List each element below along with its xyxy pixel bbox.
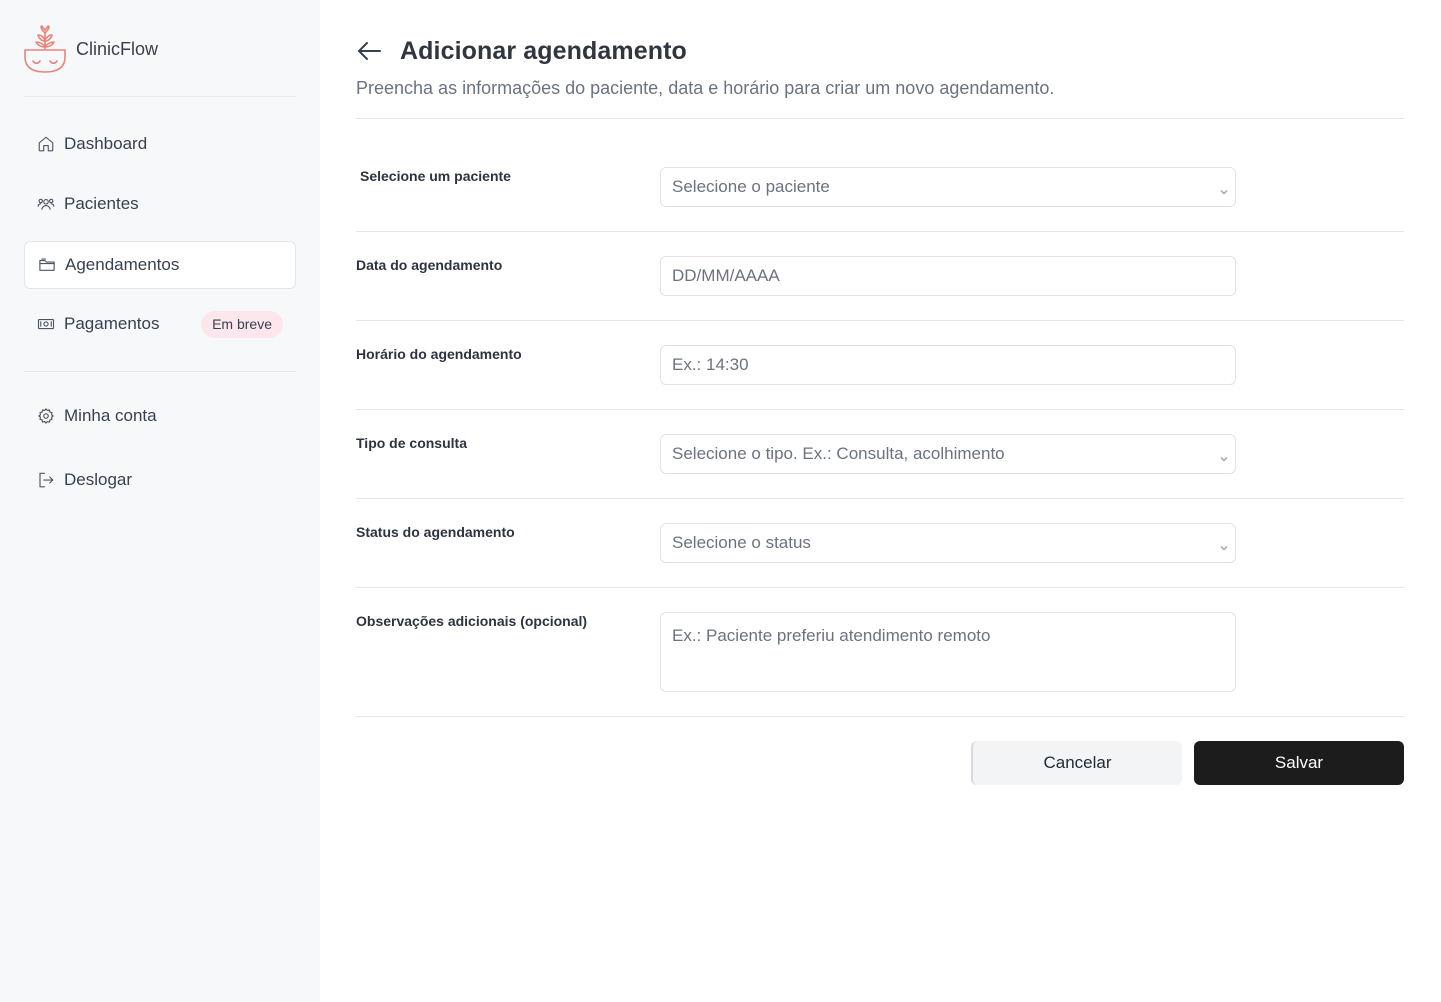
chevron-down-icon bbox=[1219, 538, 1229, 551]
sidebar-item-agendamentos[interactable]: Agendamentos bbox=[24, 241, 296, 289]
date-label: Data do agendamento bbox=[356, 257, 503, 273]
sidebar-divider bbox=[24, 371, 296, 372]
brand[interactable]: ClinicFlow bbox=[24, 24, 158, 74]
sidebar-item-minha-conta[interactable]: Minha conta bbox=[24, 392, 296, 440]
sidebar-item-pagamentos[interactable]: Pagamentos Em breve bbox=[24, 300, 296, 348]
page-subtitle: Preencha as informações do paciente, dat… bbox=[356, 78, 1055, 98]
time-input[interactable]: Ex.: 14:30 bbox=[660, 345, 1236, 385]
cancel-button[interactable]: Cancelar bbox=[971, 741, 1182, 785]
folder-icon bbox=[37, 255, 57, 275]
sidebar: ClinicFlow Dashboard Pacientes Agendamen… bbox=[0, 0, 320, 1002]
clinicflow-logo-icon bbox=[24, 25, 66, 73]
notes-textarea-placeholder: Ex.: Paciente preferiu atendimento remot… bbox=[672, 626, 991, 645]
patient-select[interactable]: Selecione o paciente bbox=[660, 167, 1236, 207]
divider bbox=[356, 320, 1404, 321]
patient-select-placeholder: Selecione o paciente bbox=[672, 177, 830, 196]
divider bbox=[356, 716, 1404, 717]
sidebar-item-label: Agendamentos bbox=[65, 255, 180, 274]
notes-label: Observações adicionais (opcional) bbox=[356, 613, 588, 629]
coming-soon-badge: Em breve bbox=[201, 311, 283, 338]
back-button[interactable] bbox=[356, 36, 384, 66]
divider bbox=[356, 118, 1404, 119]
save-button[interactable]: Salvar bbox=[1194, 741, 1404, 785]
page-title: Adicionar agendamento bbox=[400, 36, 687, 65]
users-icon bbox=[36, 194, 56, 214]
status-select[interactable]: Selecione o status bbox=[660, 523, 1236, 563]
sidebar-divider bbox=[24, 96, 296, 97]
type-label: Tipo de consulta bbox=[356, 435, 467, 451]
sidebar-item-label: Pacientes bbox=[64, 194, 139, 213]
brand-name: ClinicFlow bbox=[76, 38, 159, 59]
type-select-placeholder: Selecione o tipo. Ex.: Consulta, acolhim… bbox=[672, 444, 1005, 463]
chevron-down-icon bbox=[1219, 182, 1229, 195]
page-header: Adicionar agendamento bbox=[356, 36, 687, 66]
sidebar-item-label: Pagamentos bbox=[64, 314, 160, 333]
time-input-placeholder: Ex.: 14:30 bbox=[672, 355, 749, 374]
sidebar-item-pacientes[interactable]: Pacientes bbox=[24, 180, 296, 228]
patient-label: Selecione um paciente bbox=[360, 168, 511, 184]
divider bbox=[356, 409, 1404, 410]
chevron-down-icon bbox=[1219, 449, 1229, 462]
date-input[interactable]: DD/MM/AAAA bbox=[660, 256, 1236, 296]
home-icon bbox=[36, 134, 56, 154]
divider bbox=[356, 587, 1404, 588]
sidebar-item-label: Dashboard bbox=[64, 134, 148, 153]
divider bbox=[356, 498, 1404, 499]
sidebar-item-label: Deslogar bbox=[64, 470, 133, 489]
gear-icon bbox=[36, 406, 56, 426]
time-label: Horário do agendamento bbox=[356, 346, 522, 362]
status-select-placeholder: Selecione o status bbox=[672, 533, 811, 552]
sidebar-item-deslogar[interactable]: Deslogar bbox=[24, 456, 296, 504]
status-label: Status do agendamento bbox=[356, 524, 515, 540]
type-select[interactable]: Selecione o tipo. Ex.: Consulta, acolhim… bbox=[660, 434, 1236, 474]
sidebar-item-label: Minha conta bbox=[64, 406, 157, 425]
notes-textarea[interactable]: Ex.: Paciente preferiu atendimento remot… bbox=[660, 612, 1236, 692]
date-input-placeholder: DD/MM/AAAA bbox=[672, 266, 780, 285]
sidebar-item-dashboard[interactable]: Dashboard bbox=[24, 120, 296, 168]
logout-icon bbox=[36, 470, 56, 490]
money-icon bbox=[36, 314, 56, 334]
arrow-left-icon bbox=[358, 42, 381, 60]
divider bbox=[356, 231, 1404, 232]
